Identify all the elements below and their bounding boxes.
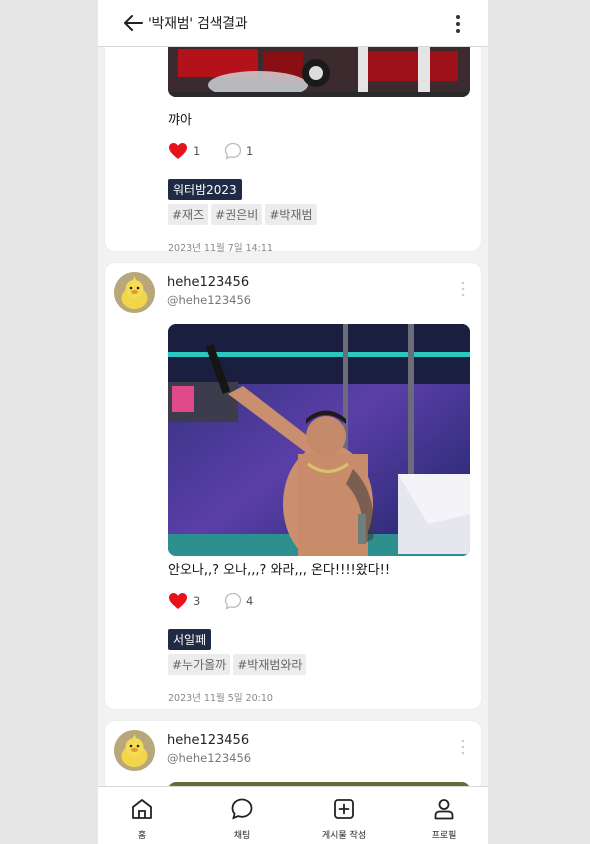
home-icon (132, 799, 152, 819)
comment-count: 4 (246, 594, 254, 608)
post-text: 안오나,,? 오나,,,? 와라,,, 온다!!!!왔다!! (168, 563, 391, 578)
post-card[interactable]: hehe123456 @hehe123456 (105, 263, 481, 709)
top-bar: '박재범' 검색결과 (98, 0, 488, 47)
nav-home[interactable]: 홈 (102, 787, 182, 844)
post-timestamp: 2023년 11월 5일 20:10 (168, 693, 273, 704)
avatar[interactable] (114, 730, 155, 771)
post-image[interactable] (168, 47, 470, 97)
more-vertical-icon[interactable] (454, 13, 462, 35)
hashtag[interactable]: #박재범 (265, 204, 317, 225)
profile-icon (434, 799, 454, 820)
concert-photo (168, 324, 470, 556)
nav-write-post-label: 게시물 작성 (321, 831, 367, 841)
post-image[interactable] (168, 324, 470, 556)
comment-bubble-icon[interactable] (224, 142, 242, 160)
reactions-bar: 3 4 (168, 592, 368, 612)
author-handle: @hehe123456 (167, 293, 252, 307)
like-count: 1 (193, 144, 201, 158)
page-title: '박재범' 검색결과 (148, 16, 248, 32)
chat-bubble-icon (231, 798, 253, 820)
concert-photo (168, 47, 470, 97)
nav-write-post[interactable]: 게시물 작성 (304, 787, 384, 844)
post-timestamp: 2023년 11월 7일 14:11 (168, 243, 273, 254)
more-vertical-icon[interactable] (461, 739, 465, 755)
hashtag[interactable]: #누가올까 (168, 654, 231, 675)
tag-list: #누가올까 #박재범와라 (168, 654, 309, 675)
duck-avatar-icon (114, 272, 155, 313)
heart-filled-icon[interactable] (168, 142, 188, 160)
nav-chat-label: 채팅 (233, 831, 251, 841)
app-screen: '박재범' 검색결과 꺄아 1 1 워터밤2023 #재즈 #권은비 #박재범 … (98, 0, 488, 844)
post-text: 꺄아 (168, 113, 192, 128)
post-card[interactable]: 꺄아 1 1 워터밤2023 #재즈 #권은비 #박재범 2023년 11월 7일 … (105, 47, 481, 254)
category-badge[interactable]: 워터밤2023 (168, 179, 242, 200)
nav-profile[interactable]: 프로필 (404, 787, 484, 844)
hashtag[interactable]: #권은비 (211, 204, 263, 225)
hashtag[interactable]: #박재범와라 (233, 654, 307, 675)
add-post-icon (334, 799, 354, 819)
nav-home-label: 홈 (137, 831, 147, 841)
author-name[interactable]: hehe123456 (167, 275, 249, 290)
reactions-bar: 1 1 (168, 142, 368, 162)
hashtag[interactable]: #재즈 (168, 204, 209, 225)
back-arrow-icon[interactable] (122, 12, 144, 34)
author-name[interactable]: hehe123456 (167, 733, 249, 748)
avatar[interactable] (114, 272, 155, 313)
nav-chat[interactable]: 채팅 (202, 787, 282, 844)
search-results-feed[interactable]: 꺄아 1 1 워터밤2023 #재즈 #권은비 #박재범 2023년 11월 7일 … (98, 47, 488, 786)
nav-profile-label: 프로필 (431, 831, 457, 841)
tag-list: #재즈 #권은비 #박재범 (168, 204, 320, 225)
heart-filled-icon[interactable] (168, 592, 188, 610)
comment-bubble-icon[interactable] (224, 592, 242, 610)
author-handle: @hehe123456 (167, 751, 252, 765)
comment-count: 1 (246, 144, 254, 158)
duck-avatar-icon (114, 730, 155, 771)
like-count: 3 (193, 594, 201, 608)
category-badge[interactable]: 서일페 (168, 629, 212, 650)
post-card[interactable]: hehe123456 @hehe123456 (105, 721, 481, 786)
more-vertical-icon[interactable] (461, 281, 465, 297)
bottom-navigation: 홈 채팅 게시물 작성 프로필 (98, 786, 488, 844)
